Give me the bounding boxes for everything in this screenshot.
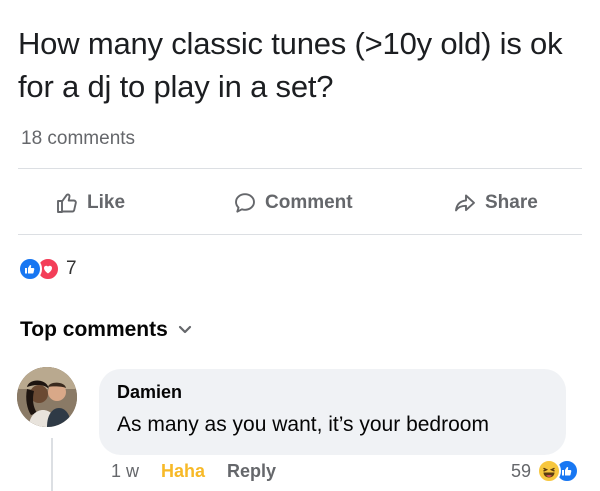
comment-meta: 1 w Haha Reply: [111, 459, 276, 483]
avatar[interactable]: [17, 367, 77, 427]
divider-top: [18, 168, 582, 169]
share-button[interactable]: Share: [453, 182, 538, 224]
haha-icon: [537, 459, 562, 483]
top-comments-label: Top comments: [20, 318, 168, 341]
divider-bottom: [18, 234, 582, 235]
thread-line: [51, 438, 53, 491]
action-bar: Like Comment Share: [0, 182, 600, 224]
like-reaction-icon: [18, 257, 42, 281]
comment-timestamp[interactable]: 1 w: [111, 461, 139, 482]
comment-bubble: Damien As many as you want, it’s your be…: [99, 369, 566, 455]
chevron-down-icon: [178, 325, 191, 334]
like-button[interactable]: Like: [55, 182, 125, 224]
top-comments-dropdown[interactable]: Top comments: [20, 318, 192, 342]
share-arrow-icon: [455, 194, 475, 212]
comment-button[interactable]: Comment: [233, 182, 353, 224]
comment-reaction-count: 59: [511, 460, 532, 481]
thumbs-up-icon: [57, 193, 77, 213]
share-label: Share: [485, 192, 538, 213]
comment-label: Comment: [265, 192, 353, 213]
speech-bubble-icon: [235, 193, 255, 213]
comment-author[interactable]: Damien: [117, 382, 182, 403]
comment-text: As many as you want, it’s your bedroom: [117, 413, 489, 436]
post-reactions[interactable]: 7: [18, 256, 77, 282]
comment-count[interactable]: 18 comments: [21, 128, 135, 150]
reply-button[interactable]: Reply: [227, 461, 276, 482]
like-label: Like: [87, 192, 126, 213]
haha-reaction-button[interactable]: Haha: [161, 461, 205, 482]
comment-reactions[interactable]: 59: [511, 458, 580, 484]
post-text: How many classic tunes (>10y old) is ok …: [18, 26, 563, 104]
reaction-count: 7: [66, 258, 77, 279]
